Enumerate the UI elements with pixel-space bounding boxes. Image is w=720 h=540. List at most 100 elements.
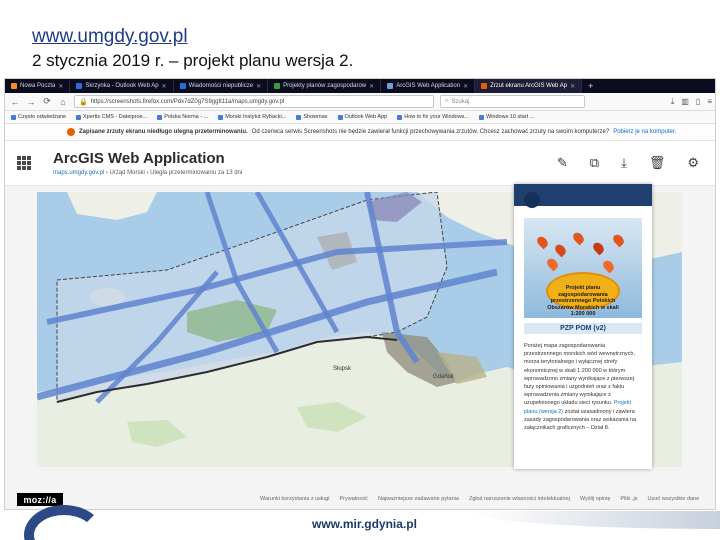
close-icon[interactable]: ✕ <box>162 83 167 90</box>
logo-arc <box>24 505 104 540</box>
bookmark-label: Windows 10 start ... <box>486 114 535 120</box>
breadcrumb-rest: › Urząd Morski › Uległa przeterminowaniu… <box>105 170 243 176</box>
search-placeholder: Szukaj <box>451 98 470 105</box>
copy-icon[interactable]: ⧉ <box>590 155 599 171</box>
close-icon[interactable]: ✕ <box>369 83 374 90</box>
breadcrumb-host[interactable]: maps.umgdy.gov.pl <box>53 170 104 176</box>
search-input[interactable]: ⌕ Szukaj <box>440 95 585 108</box>
settings-icon[interactable]: ⚙ <box>687 155 699 171</box>
footer-link[interactable]: Pliki .js <box>620 496 637 502</box>
bookmark-label: Często odwiedzane <box>18 114 67 120</box>
panel-description: Poniżej mapa zagospodarowania przestrzen… <box>524 342 642 432</box>
footer-url[interactable]: www.mir.gdynia.pl <box>312 517 417 531</box>
sidebar-icon[interactable]: ▯ <box>696 97 700 107</box>
panel-knob <box>524 192 540 208</box>
favicon-icon <box>481 83 488 89</box>
back-icon[interactable]: ← <box>10 97 20 107</box>
arcgis-header: ArcGIS Web Application maps.umgdy.gov.pl… <box>5 141 715 186</box>
screenshot-tools: ✎ ⧉ ⤓ 🗑 ⚙ <box>557 155 699 171</box>
page-footer: moz://a Warunki korzystania z usługi Pry… <box>5 489 715 509</box>
bookmark-item[interactable]: Showmax <box>296 114 328 120</box>
edit-icon[interactable]: ✎ <box>557 155 568 171</box>
notice-text: Od czerwca serwis Screenshots nie będzie… <box>251 129 610 135</box>
bookmark-item[interactable]: Morski Instytut Rybacki... <box>218 114 286 120</box>
tab-label: Projekty planów zagospodarow <box>283 83 367 89</box>
tab-screenshot[interactable]: Zrzut ekranu ArcGIS Web Ap ✕ <box>475 79 583 93</box>
panel-image-label: Projekt planu zagospodarowania przestrze… <box>547 285 619 317</box>
bookmark-label: Outlook Web App <box>344 114 388 120</box>
toolbar-icons: ⤓ ▥ ▯ ≡ <box>671 97 712 107</box>
favicon-icon <box>11 83 17 89</box>
tab-label: Skrzynka - Outlook Web Ap <box>85 83 159 89</box>
slide-footer: www.mir.gdynia.pl <box>0 505 720 540</box>
bookmark-item[interactable]: Windows 10 start ... <box>479 114 534 120</box>
nav-bar: ← → ⟳ ⌂ 🔒 https://screenshots.firefox.co… <box>5 93 715 111</box>
footer-link[interactable]: Wyślij opinię <box>580 496 611 502</box>
slide-subtitle: 2 stycznia 2019 r. – projekt planu wersj… <box>32 51 354 70</box>
bookmark-icon <box>157 114 163 120</box>
footer-links: Warunki korzystania z usługi Prywatność … <box>260 496 699 502</box>
close-icon[interactable]: ✕ <box>256 83 261 90</box>
new-tab-icon[interactable]: + <box>582 81 599 91</box>
map-pin-icon <box>591 240 606 256</box>
tab-mail[interactable]: Nowa Poczta ✕ <box>5 79 71 93</box>
close-icon[interactable]: ✕ <box>570 83 575 90</box>
map-pin-icon <box>601 258 616 274</box>
close-icon[interactable]: ✕ <box>58 83 63 90</box>
bookmark-icon <box>397 114 403 120</box>
bookmark-item[interactable]: Xpertis CMS - Dateiproe... <box>76 114 147 120</box>
map-label-gdansk: Gdańsk <box>433 374 455 380</box>
map-pin-icon <box>611 232 626 248</box>
downloads-icon[interactable]: ⤓ <box>671 97 675 107</box>
bookmark-item[interactable]: How to fix your Windows... <box>397 114 469 120</box>
notification-bar: Zapisane zrzuty ekranu niedługo ulegną p… <box>5 124 715 141</box>
bookmark-label: Polska Norma - ... <box>164 114 209 120</box>
download-icon[interactable]: ⤓ <box>621 155 627 171</box>
close-icon[interactable]: ✕ <box>463 83 468 90</box>
bookmark-icon <box>218 114 224 120</box>
tab-projects[interactable]: Projekty planów zagospodarow ✕ <box>268 79 382 93</box>
app-title: ArcGIS Web Application <box>53 150 225 167</box>
footer-link[interactable]: Zgłoś naruszenie własności intelektualne… <box>469 496 570 502</box>
panel-body: Poniżej mapa zagospodarowania przestrzen… <box>524 343 635 407</box>
footer-link[interactable]: Warunki korzystania z usługi <box>260 496 330 502</box>
forward-icon[interactable]: → <box>26 97 36 107</box>
tab-messages[interactable]: Wiadomości niepublicze ✕ <box>174 79 269 93</box>
home-icon[interactable]: ⌂ <box>58 97 68 107</box>
browser-screenshot: Nowa Poczta ✕ Skrzynka - Outlook Web Ap ✕ … <box>4 78 716 510</box>
map-label-slupsk: Słupsk <box>333 366 352 372</box>
menu-icon[interactable]: ≡ <box>707 97 712 107</box>
search-icon: ⌕ <box>445 98 449 104</box>
library-icon[interactable]: ▥ <box>681 97 689 107</box>
tab-strip: Nowa Poczta ✕ Skrzynka - Outlook Web Ap ✕ … <box>5 79 715 93</box>
breadcrumb: maps.umgdy.gov.pl › Urząd Morski › Uległ… <box>53 170 242 176</box>
bookmark-item[interactable]: Często odwiedzane <box>11 114 66 120</box>
bookmarks-bar: Często odwiedzane Xpertis CMS - Dateipro… <box>5 111 715 124</box>
favicon-icon <box>76 83 83 89</box>
footer-link[interactable]: Usuń wszystkie dane <box>648 496 700 502</box>
slide-link[interactable]: www.umgdy.gov.pl <box>32 26 188 48</box>
bookmark-item[interactable]: Polska Norma - ... <box>157 114 208 120</box>
notice-link[interactable]: Pobierz je na komputer. <box>613 129 676 135</box>
bookmark-item[interactable]: Outlook Web App <box>337 114 388 120</box>
favicon-icon <box>179 83 186 89</box>
app-launcher-icon[interactable] <box>17 156 31 170</box>
bookmark-icon <box>76 114 82 120</box>
bookmark-icon <box>337 114 343 120</box>
delete-icon[interactable]: 🗑 <box>649 155 666 171</box>
reload-icon[interactable]: ⟳ <box>42 96 52 107</box>
footer-link[interactable]: Najważniejsze zadawane pytania <box>378 496 459 502</box>
favicon-icon <box>274 83 281 89</box>
bookmark-label: How to fix your Windows... <box>404 114 470 120</box>
tab-arcgis[interactable]: ArcGIS Web Application ✕ <box>381 79 476 93</box>
url-bar[interactable]: 🔒 https://screenshots.firefox.com/Pdx7dZ… <box>74 95 434 108</box>
lock-icon: 🔒 <box>79 98 88 106</box>
bookmark-icon <box>11 114 16 120</box>
favicon-icon <box>387 83 394 89</box>
bookmark-label: Showmax <box>303 114 328 120</box>
footer-link[interactable]: Prywatność <box>340 496 368 502</box>
slide: www.umgdy.gov.pl 2 stycznia 2019 r. – pr… <box>0 0 720 540</box>
tab-outlook[interactable]: Skrzynka - Outlook Web Ap ✕ <box>70 79 174 93</box>
bookmark-label: Morski Instytut Rybacki... <box>225 114 287 120</box>
map-pin-icon <box>545 256 560 272</box>
